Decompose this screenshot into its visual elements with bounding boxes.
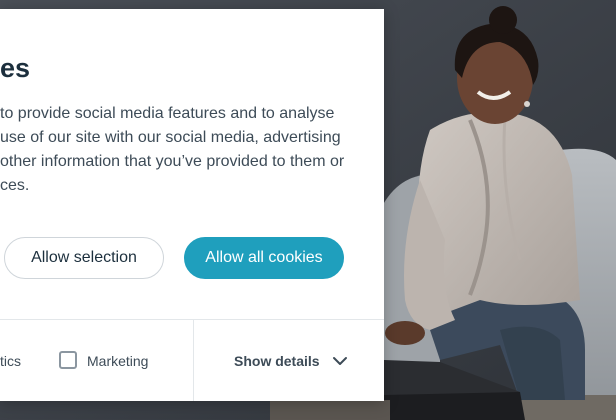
marketing-label[interactable]: Marketing [87, 353, 148, 369]
marketing-checkbox[interactable] [59, 351, 77, 369]
page: es to provide social media features and … [0, 0, 616, 420]
dialog-title: es [0, 53, 31, 83]
allow-selection-button[interactable]: Allow selection [4, 237, 164, 279]
dialog-description: to provide social media features and to … [0, 102, 360, 198]
chevron-down-icon[interactable] [332, 353, 348, 369]
cookie-consent-dialog: es to provide social media features and … [0, 9, 384, 401]
description-line: to provide social media features and to … [0, 105, 335, 122]
show-details-label[interactable]: Show details [234, 353, 320, 369]
description-line: other information that you’ve provided t… [0, 153, 345, 170]
allow-all-cookies-button[interactable]: Allow all cookies [184, 237, 344, 279]
footer-column-divider [193, 320, 194, 401]
show-details-toggle[interactable]: Show details [234, 350, 348, 372]
statistics-label: tics [0, 353, 21, 369]
description-line: ces. [0, 177, 30, 194]
footer-divider [0, 319, 384, 320]
description-line: use of our site with our social media, a… [0, 129, 341, 146]
